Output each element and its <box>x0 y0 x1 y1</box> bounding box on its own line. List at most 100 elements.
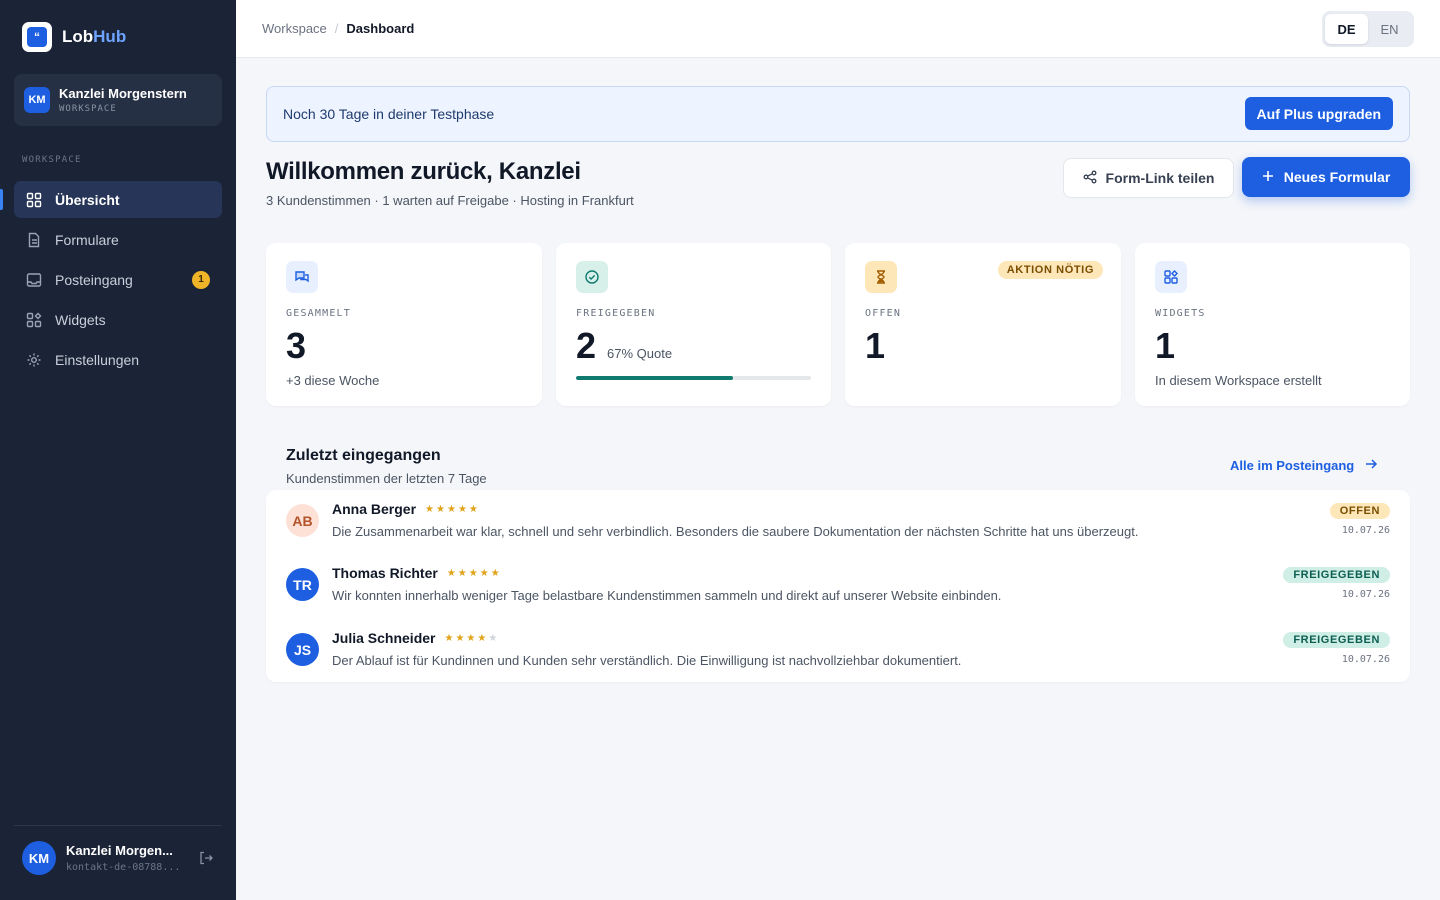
star-filled-icon: ★ <box>446 503 456 515</box>
sidebar-item-label: Einstellungen <box>55 351 140 368</box>
status-badge: OFFEN <box>1329 503 1390 519</box>
sidebar: “ LobHub KM Kanzlei Morgenstern WORKSPAC… <box>0 0 236 900</box>
stat-value: 1 <box>1155 325 1176 366</box>
arrow-right-icon <box>1364 457 1378 474</box>
inbox-count-badge: 1 <box>192 270 210 289</box>
stat-quote: 67% Quote <box>607 346 673 361</box>
review-date: 10.07.26 <box>1341 589 1390 600</box>
share-form-link-button[interactable]: Form-Link teilen <box>1063 158 1234 198</box>
star-filled-icon: ★ <box>446 567 456 579</box>
user-profile[interactable]: KM Kanzlei Morgen... kontakt-de-08788... <box>22 841 214 875</box>
sidebar-item-einstellungen[interactable]: Einstellungen <box>14 341 222 378</box>
breadcrumb-workspace[interactable]: Workspace <box>262 21 327 36</box>
sidebar-item-uebersicht[interactable]: Übersicht <box>0 181 222 218</box>
stat-label: FREIGEGEBEN <box>576 308 656 319</box>
list-item[interactable]: JS Julia Schneider ★ ★ ★ ★ ★ Der Ablauf ist … <box>266 619 1410 675</box>
list-item[interactable]: AB Anna Berger ★ ★ ★ ★ ★ Die Zusammenarbeit … <box>266 490 1410 546</box>
sidebar-nav: Übersicht Formulare Posteingang 1 Widget… <box>0 181 222 381</box>
sidebar-item-formulare[interactable]: Formulare <box>14 221 222 258</box>
page-subtitle: 3 Kundenstimmen · 1 warten auf Freigabe … <box>266 193 634 208</box>
reviewer-name-wrap: Julia Schneider ★ ★ ★ ★ ★ <box>332 630 497 646</box>
star-filled-icon: ★ <box>479 567 489 579</box>
avatar: JS <box>286 633 319 666</box>
sidebar-item-label: Posteingang <box>55 271 133 288</box>
new-button-label: Neues Formular <box>1283 169 1391 185</box>
review-text: Der Ablauf ist für Kundinnen und Kunden … <box>332 653 962 668</box>
logo-icon: “ <box>22 22 52 52</box>
status-badge: FREIGEGEBEN <box>1283 632 1390 648</box>
star-filled-icon: ★ <box>457 567 467 579</box>
hourglass-icon <box>865 261 897 293</box>
workspace-name: Kanzlei Morgenstern <box>59 86 187 101</box>
avatar: AB <box>286 504 319 537</box>
stat-card-freigegeben: FREIGEGEBEN 2 67% Quote <box>556 243 831 406</box>
stat-card-offen: AKTION NÖTIG OFFEN 1 <box>845 243 1121 406</box>
language-de-button[interactable]: DE <box>1325 14 1368 44</box>
topbar: Workspace / Dashboard DE EN <box>236 0 1440 58</box>
breadcrumb: Workspace / Dashboard <box>262 21 414 36</box>
sidebar-item-posteingang[interactable]: Posteingang 1 <box>14 261 222 298</box>
reviewer-name: Anna Berger <box>332 501 417 517</box>
stat-card-widgets: WIDGETS 1 In diesem Workspace erstellt <box>1135 243 1410 406</box>
star-filled-icon: ★ <box>444 632 454 644</box>
sidebar-item-label: Übersicht <box>55 191 120 208</box>
star-filled-icon: ★ <box>466 632 476 644</box>
approval-progress-fill <box>576 376 734 380</box>
list-item[interactable]: TR Thomas Richter ★ ★ ★ ★ ★ Wir konnten inne… <box>266 554 1410 610</box>
approval-progress-bar <box>576 376 811 380</box>
stat-label: OFFEN <box>865 308 902 319</box>
workspace-avatar: KM <box>24 87 50 113</box>
avatar: KM <box>22 841 56 875</box>
share-icon <box>1083 170 1097 187</box>
star-filled-icon: ★ <box>455 632 465 644</box>
brand-name-part2: Hub <box>93 27 127 46</box>
inbox-link-label: Alle im Posteingang <box>1230 458 1355 473</box>
review-text: Wir konnten innerhalb weniger Tage belas… <box>332 588 1002 603</box>
logout-icon[interactable] <box>198 850 214 866</box>
chat-icon <box>286 261 318 293</box>
stat-note: +3 diese Woche <box>286 373 380 388</box>
reviewer-name: Thomas Richter <box>332 565 438 581</box>
grid-icon <box>26 192 42 208</box>
star-filled-icon: ★ <box>425 503 434 515</box>
user-name: Kanzlei Morgen... <box>66 843 173 858</box>
review-date: 10.07.26 <box>1341 654 1390 665</box>
new-form-button[interactable]: Neues Formular <box>1242 157 1410 197</box>
widgets-icon <box>1155 261 1187 293</box>
brand[interactable]: “ LobHub <box>22 22 126 52</box>
reviewer-name-wrap: Anna Berger ★ ★ ★ ★ ★ <box>332 501 478 517</box>
breadcrumb-current: Dashboard <box>346 21 415 36</box>
status-badge: FREIGEGEBEN <box>1283 567 1390 583</box>
upgrade-button[interactable]: Auf Plus upgraden <box>1244 97 1393 130</box>
workspace-switcher[interactable]: KM Kanzlei Morgenstern WORKSPACE <box>14 74 222 126</box>
star-filled-icon: ★ <box>457 503 467 515</box>
inbox-link[interactable]: Alle im Posteingang <box>1230 457 1378 474</box>
brand-name-part1: Lob <box>62 27 94 46</box>
recent-title: Zuletzt eingegangen <box>286 447 441 464</box>
star-filled-icon: ★ <box>468 567 478 579</box>
sidebar-item-widgets[interactable]: Widgets <box>14 301 222 338</box>
rating-stars: ★ ★ ★ ★ ★ <box>444 633 497 644</box>
stat-value: 2 <box>576 325 597 366</box>
review-date: 10.07.26 <box>1341 525 1390 536</box>
language-en-button[interactable]: EN <box>1368 14 1411 44</box>
page-title: Willkommen zurück, Kanzlei <box>266 158 581 185</box>
stat-card-gesammelt: GESAMMELT 3 +3 diese Woche <box>266 243 542 406</box>
star-empty-icon: ★ <box>488 632 498 644</box>
stat-note: In diesem Workspace erstellt <box>1155 373 1322 388</box>
star-filled-icon: ★ <box>436 503 445 515</box>
stat-value: 1 <box>865 325 886 366</box>
star-filled-icon: ★ <box>490 567 500 579</box>
workspace-label: WORKSPACE <box>59 104 117 114</box>
recent-subtitle: Kundenstimmen der letzten 7 Tage <box>286 471 487 486</box>
divider <box>14 825 222 826</box>
nav-section-label: WORKSPACE <box>22 155 82 165</box>
widgets-icon <box>26 312 42 328</box>
rating-stars: ★ ★ ★ ★ ★ <box>447 568 500 579</box>
rating-stars: ★ ★ ★ ★ ★ <box>425 504 478 515</box>
plus-icon <box>1262 169 1274 185</box>
trial-text: Noch 30 Tage in deiner Testphase <box>283 106 495 122</box>
stat-value: 3 <box>286 325 307 366</box>
reviewer-name-wrap: Thomas Richter ★ ★ ★ ★ ★ <box>332 565 500 581</box>
sidebar-item-label: Widgets <box>55 311 106 328</box>
